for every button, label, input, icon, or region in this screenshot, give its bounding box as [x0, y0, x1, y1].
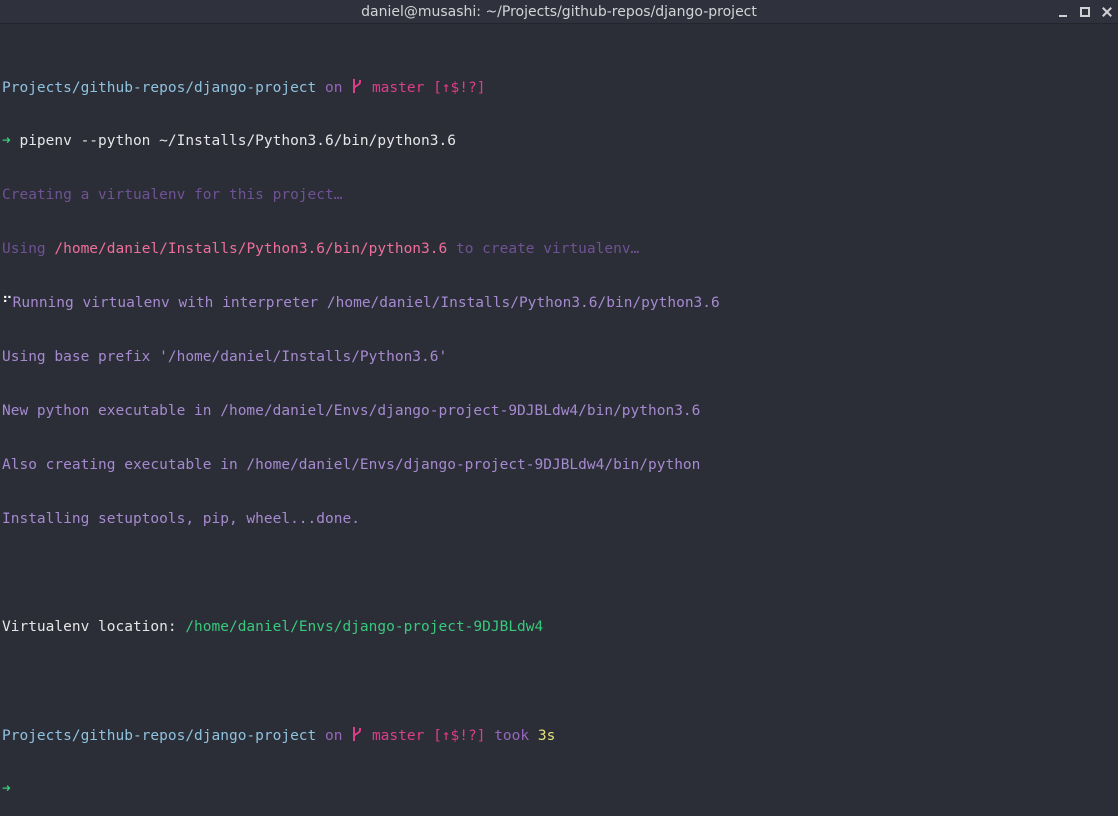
prompt-on: on — [325, 728, 343, 744]
prompt-branch: master — [371, 80, 425, 96]
maximize-icon — [1080, 7, 1090, 17]
window-title: daniel@musashi: ~/Projects/github-repos/… — [361, 4, 757, 20]
command-line[interactable]: ➜ — [2, 780, 1112, 798]
prompt-line: Projects/github-repos/django-project on … — [2, 78, 1112, 96]
output-line: ⠋Running virtualenv with interpreter /ho… — [2, 294, 1112, 312]
prompt-branch: master — [371, 728, 425, 744]
maximize-button[interactable] — [1074, 0, 1096, 24]
spinner-icon: ⠋ — [2, 295, 13, 311]
output-line: Also creating executable in /home/daniel… — [2, 457, 701, 473]
output-line: Virtualenv location: /home/daniel/Envs/d… — [2, 618, 1112, 636]
output-line: Using /home/daniel/Installs/Python3.6/bi… — [2, 240, 1112, 258]
git-branch-icon — [353, 727, 362, 741]
output-line: Using base prefix '/home/daniel/Installs… — [2, 349, 448, 365]
output-path: /home/daniel/Installs/Python3.6/bin/pyth… — [54, 241, 448, 257]
prompt-duration: 3s — [537, 728, 556, 744]
close-button[interactable] — [1096, 0, 1118, 24]
prompt-arrow-icon: ➜ — [2, 133, 11, 149]
command-line: ➜ pipenv --python ~/Installs/Python3.6/b… — [2, 132, 1112, 150]
output-line: Creating a virtualenv for this project… — [2, 187, 343, 203]
prompt-path: Projects/github-repos/django-project — [2, 728, 317, 744]
prompt-took: took — [494, 728, 530, 744]
prompt-line: Projects/github-repos/django-project on … — [2, 726, 1112, 744]
git-branch-icon — [353, 79, 362, 93]
title-bar: daniel@musashi: ~/Projects/github-repos/… — [0, 0, 1118, 24]
prompt-git-status: [↑$!?] — [433, 728, 486, 744]
output-line: New python executable in /home/daniel/En… — [2, 403, 701, 419]
output-text: to create virtualenv… — [447, 241, 640, 257]
prompt-git-status: [↑$!?] — [433, 80, 486, 96]
terminal-output[interactable]: Projects/github-repos/django-project on … — [2, 42, 1112, 816]
output-text: Running virtualenv with interpreter /hom… — [12, 295, 720, 311]
location-label: Virtualenv location: — [2, 619, 186, 635]
close-icon — [1102, 7, 1112, 17]
prompt-arrow-icon: ➜ — [2, 781, 11, 797]
prompt-path: Projects/github-repos/django-project — [2, 80, 317, 96]
minimize-button[interactable] — [1052, 0, 1074, 24]
output-text: Using — [2, 241, 55, 257]
location-path: /home/daniel/Envs/django-project-9DJBLdw… — [185, 619, 544, 635]
command-text: pipenv --python ~/Installs/Python3.6/bin… — [19, 133, 456, 149]
prompt-on: on — [325, 80, 343, 96]
minimize-icon — [1059, 15, 1067, 17]
output-line: Installing setuptools, pip, wheel...done… — [2, 511, 360, 527]
